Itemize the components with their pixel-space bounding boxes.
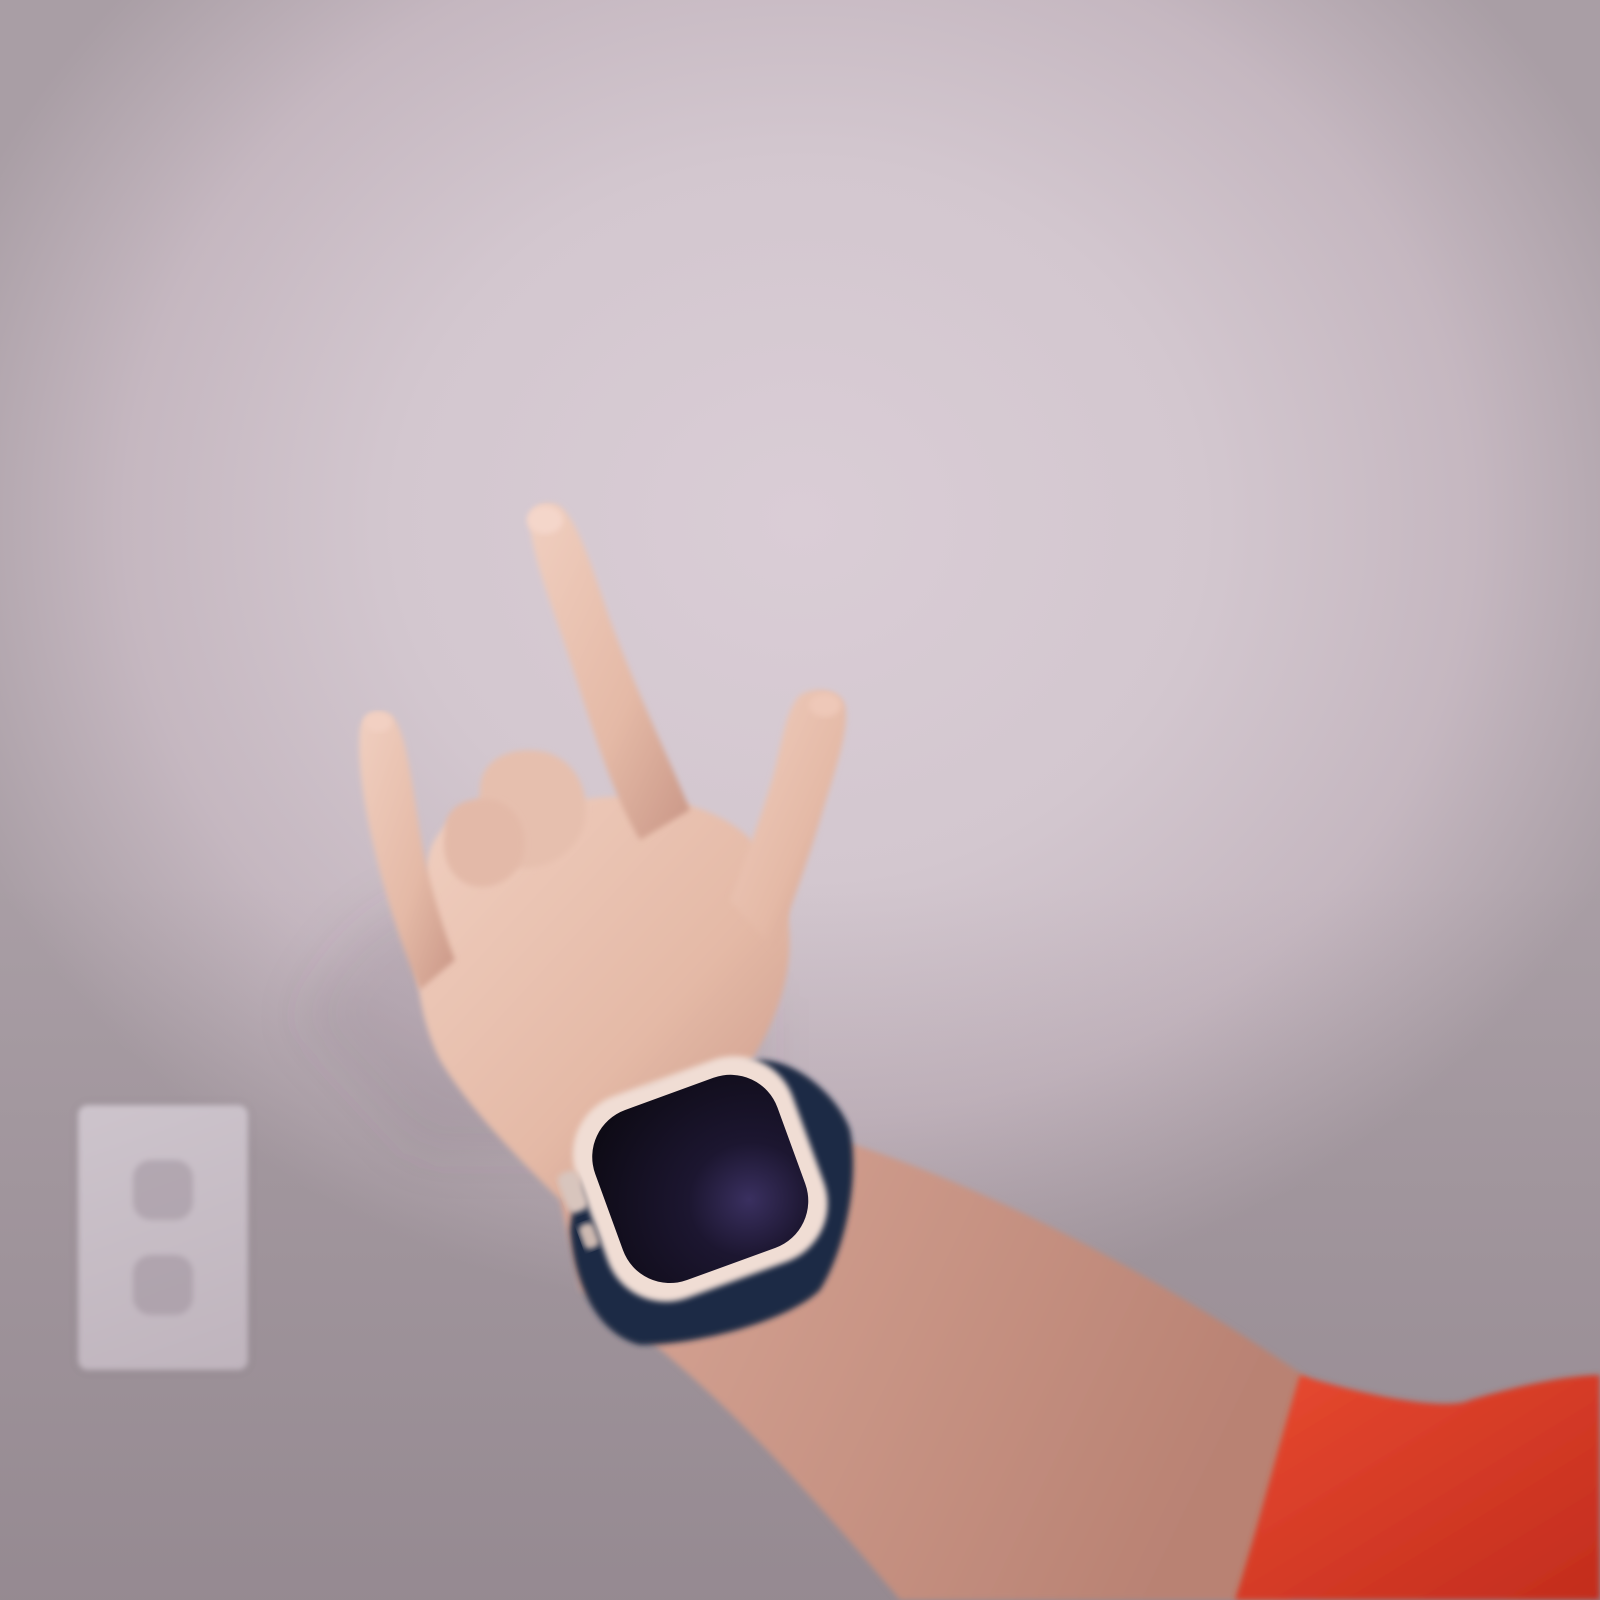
thumb xyxy=(730,689,846,950)
arm-illustration xyxy=(300,503,1600,1600)
photo-scene xyxy=(0,0,1600,1600)
